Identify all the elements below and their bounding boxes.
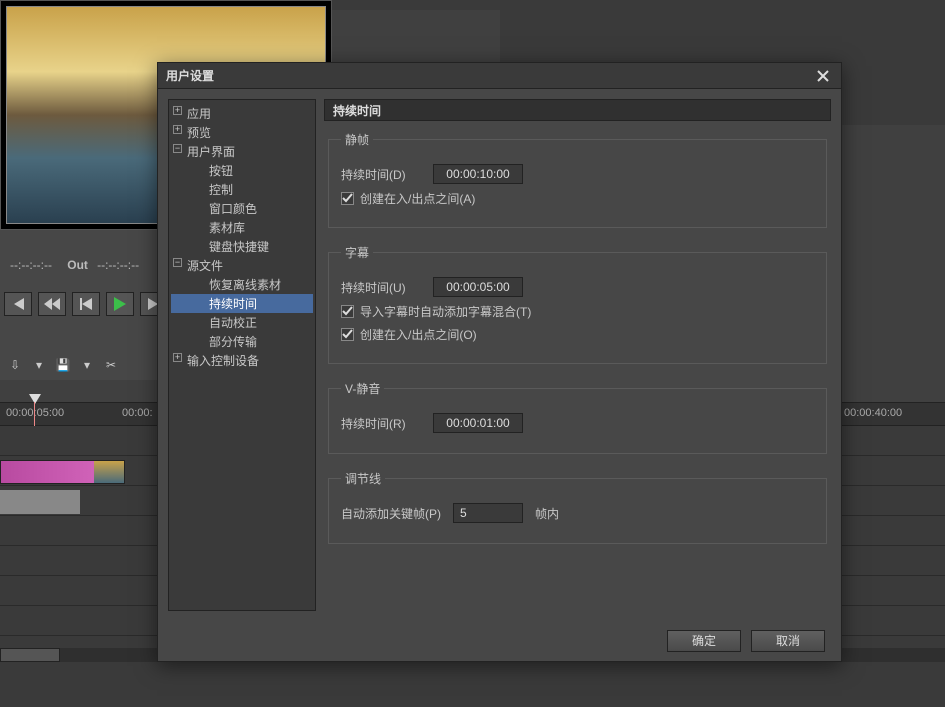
autokf-label: 自动添加关键帧(P) [341,505,441,522]
tc-dash-out: --:--:--:-- [97,258,139,272]
subtitle-create-inout-checkbox[interactable]: 创建在入/出点之间(O) [341,326,477,343]
subtitle-automix-checkbox[interactable]: 导入字幕时自动添加字幕混合(T) [341,303,531,320]
dropdown-icon[interactable]: ▾ [78,357,96,373]
checkbox-icon [341,305,354,318]
nav-application[interactable]: + 应用 [171,104,313,123]
checkbox-label: 创建在入/出点之间(O) [360,326,477,343]
nav-ui-assetlib[interactable]: 素材库 [171,218,313,237]
nav-label: 源文件 [187,259,223,273]
prev-button[interactable] [4,292,32,316]
dropdown-icon[interactable]: ▾ [30,357,48,373]
video-clip[interactable] [0,460,125,484]
nav-user-interface[interactable]: −用户界面 [171,142,313,161]
rewind-button[interactable] [38,292,66,316]
export-icon[interactable]: ⇩ [6,357,24,373]
nav-src-partial[interactable]: 部分传输 [171,332,313,351]
nav-ui-wincolor[interactable]: 窗口颜色 [171,199,313,218]
settings-content: 持续时间 静帧 持续时间(D) 00:00:10:00 创建在入/出点之间(A) [324,99,831,611]
playhead-icon[interactable] [29,394,41,404]
nav-label: 输入控制设备 [187,354,259,368]
group-legend: 调节线 [341,470,385,487]
nav-label: 恢复离线素材 [209,278,281,292]
nav-label: 自动校正 [209,316,257,330]
group-still: 静帧 持续时间(D) 00:00:10:00 创建在入/出点之间(A) [328,131,827,228]
nav-source[interactable]: −源文件 [171,256,313,275]
dialog-title: 用户设置 [166,67,214,84]
close-button[interactable] [813,68,833,84]
nav-label: 应用 [187,107,211,121]
group-legend: 字幕 [341,244,373,261]
vmute-duration-label: 持续时间(R) [341,415,421,432]
play-button[interactable] [106,292,134,316]
still-duration-input[interactable]: 00:00:10:00 [433,164,523,184]
nav-src-restore[interactable]: 恢复离线素材 [171,275,313,294]
nav-src-autofix[interactable]: 自动校正 [171,313,313,332]
still-duration-label: 持续时间(D) [341,166,421,183]
cancel-button[interactable]: 取消 [751,630,825,652]
nav-label: 素材库 [209,221,245,235]
group-legend: 静帧 [341,131,373,148]
nav-src-duration[interactable]: 持续时间 [171,294,313,313]
timecode-row: --:--:--:-- Out --:--:--:-- [10,258,139,272]
checkbox-label: 导入字幕时自动添加字幕混合(T) [360,303,531,320]
nav-ui-shortcut[interactable]: 键盘快捷键 [171,237,313,256]
still-create-inout-checkbox[interactable]: 创建在入/出点之间(A) [341,190,475,207]
autokf-input[interactable]: 5 [453,503,523,523]
nav-label: 预览 [187,126,211,140]
expand-icon[interactable]: + [173,353,182,362]
step-back-button[interactable] [72,292,100,316]
group-rubberband: 调节线 自动添加关键帧(P) 5 帧内 [328,470,827,544]
nav-label: 键盘快捷键 [209,240,269,254]
edit-toolbar: ⇩ ▾ 💾 ▾ ✂ [0,350,170,380]
ruler-mark: 00:00:05:00 [6,407,64,419]
audio-clip[interactable] [0,490,80,514]
group-legend: V-静音 [341,380,384,397]
ok-button[interactable]: 确定 [667,630,741,652]
nav-label: 持续时间 [209,297,257,311]
cut-icon[interactable]: ✂ [102,357,120,373]
frames-suffix: 帧内 [535,505,559,522]
out-label: Out [67,258,88,272]
collapse-icon[interactable]: − [173,258,182,267]
scrollbar-thumb[interactable] [0,648,60,662]
subtitle-duration-input[interactable]: 00:00:05:00 [433,277,523,297]
dialog-titlebar[interactable]: 用户设置 [158,63,841,89]
collapse-icon[interactable]: − [173,144,182,153]
nav-label: 用户界面 [187,145,235,159]
tc-dash: --:--:--:-- [10,258,52,272]
user-settings-dialog: 用户设置 +应用 +预览 −用户界面 按钮 控制 窗口颜色 素材库 键盘快捷键 … [157,62,842,662]
clip-thumbnail [94,461,124,483]
checkbox-icon [341,328,354,341]
nav-ui-button[interactable]: 按钮 [171,161,313,180]
checkbox-icon [341,192,354,205]
content-header: 持续时间 [324,99,831,121]
expand-icon[interactable]: + [173,125,182,134]
settings-nav-tree: +应用 +预览 −用户界面 按钮 控制 窗口颜色 素材库 键盘快捷键 −源文件 … [168,99,316,611]
group-vmute: V-静音 持续时间(R) 00:00:01:00 [328,380,827,454]
group-subtitle: 字幕 持续时间(U) 00:00:05:00 导入字幕时自动添加字幕混合(T) [328,244,827,364]
nav-input-control[interactable]: + 输入控制设备 [171,351,313,370]
ruler-mark: 00:00:40:00 [844,407,902,419]
vmute-duration-input[interactable]: 00:00:01:00 [433,413,523,433]
expand-icon[interactable]: + [173,106,182,115]
nav-label: 按钮 [209,164,233,178]
nav-ui-control[interactable]: 控制 [171,180,313,199]
nav-label: 部分传输 [209,335,257,349]
subtitle-duration-label: 持续时间(U) [341,279,421,296]
checkbox-label: 创建在入/出点之间(A) [360,190,475,207]
ruler-mark: 00:00: [122,407,153,419]
dialog-footer: 确定 取消 [158,621,841,661]
save-icon[interactable]: 💾 [54,357,72,373]
nav-label: 窗口颜色 [209,202,257,216]
nav-label: 控制 [209,183,233,197]
nav-preview[interactable]: + 预览 [171,123,313,142]
